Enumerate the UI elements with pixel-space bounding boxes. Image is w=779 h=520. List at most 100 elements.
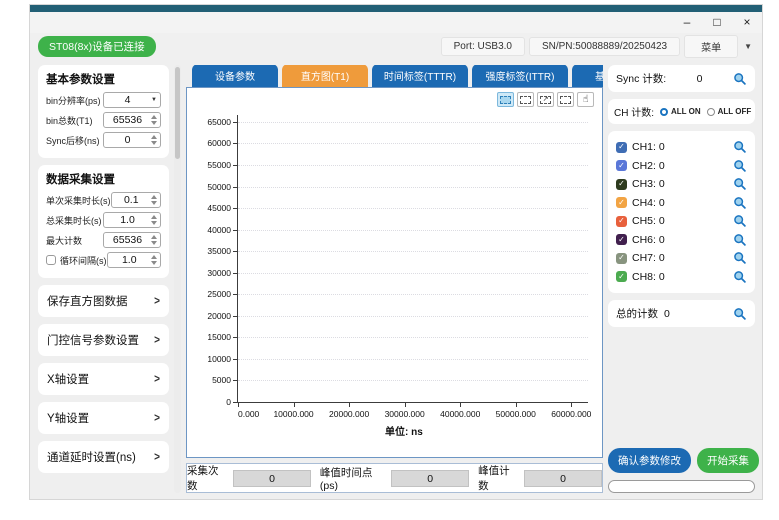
progress-bar [608, 480, 755, 493]
maximize-button[interactable]: □ [702, 12, 732, 33]
y-tick-mark [233, 273, 238, 274]
channel-magnifier-icon[interactable] [733, 251, 747, 265]
spinner-arrows-icon[interactable] [151, 115, 157, 125]
x-tick-label: 20000.000 [329, 409, 369, 419]
gate-signal-section[interactable]: 门控信号参数设置 > [38, 324, 169, 356]
x-tick-label: 10000.000 [273, 409, 313, 419]
gridline [238, 359, 588, 360]
tab-device-params[interactable]: 设备参数 [192, 65, 278, 87]
tab-histogram-t1[interactable]: 直方图(T1) [282, 65, 368, 87]
sidebar-scrollbar[interactable] [174, 65, 181, 493]
menu-button[interactable]: 菜单 [684, 35, 738, 58]
channel-checkbox[interactable]: ✓ [616, 179, 627, 190]
all-off-radio[interactable]: ALL OFF [707, 107, 752, 116]
channel-row: ✓CH3: 0 [616, 175, 747, 194]
save-histogram-label: 保存直方图数据 [47, 293, 128, 309]
spinner-arrows-icon[interactable] [151, 255, 157, 265]
save-histogram-section[interactable]: 保存直方图数据 > [38, 285, 169, 317]
tab-intensity-tag-ittr[interactable]: 强度标签(ITTR) [472, 65, 568, 87]
sync-shift-spinner[interactable]: 0 [103, 132, 161, 148]
channel-magnifier-icon[interactable] [733, 159, 747, 173]
radio-on-icon [660, 108, 668, 116]
all-off-label: ALL OFF [718, 107, 752, 116]
sync-magnifier-icon[interactable] [733, 72, 747, 86]
loop-interval-spinner[interactable]: 1.0 [107, 252, 162, 268]
channel-magnifier-icon[interactable] [733, 233, 747, 247]
scrollbar-thumb[interactable] [175, 67, 180, 159]
channel-delay-section[interactable]: 通道延时设置(ns) > [38, 441, 169, 473]
box-zoom-arrow-icon[interactable]: ↗ [537, 92, 554, 107]
gridline [238, 230, 588, 231]
channel-checkbox[interactable]: ✓ [616, 160, 627, 171]
basic-params-card: 基本参数设置 bin分辨率(ps) 4 ▼ bin总数(T1) 65536 [38, 65, 169, 158]
bin-resolution-dropdown[interactable]: 4 ▼ [103, 92, 161, 108]
channel-magnifier-icon[interactable] [733, 196, 747, 210]
y-tick-mark [233, 143, 238, 144]
menu-caret-icon[interactable]: ▼ [744, 42, 752, 51]
gridline [238, 273, 588, 274]
close-button[interactable]: × [732, 12, 762, 33]
action-buttons: 确认参数修改 开始采集 [608, 448, 755, 473]
pan-hand-icon[interactable]: ☝ [577, 92, 594, 107]
channel-checkbox[interactable]: ✓ [616, 234, 627, 245]
box-zoom-icon[interactable] [557, 92, 574, 107]
histogram-panel: ↗ ☝ 单位: ns 05000100001500020000250003000… [186, 87, 603, 458]
channel-checkbox[interactable]: ✓ [616, 253, 627, 264]
minimize-button[interactable]: – [672, 12, 702, 33]
channel-checkbox[interactable]: ✓ [616, 197, 627, 208]
all-on-radio[interactable]: ALL ON [660, 107, 701, 116]
channel-magnifier-icon[interactable] [733, 177, 747, 191]
x-tick-label: 0.000 [238, 409, 259, 419]
serial-number-label: SN/PN:50088889/20250423 [529, 37, 680, 56]
start-acquisition-button[interactable]: 开始采集 [697, 448, 759, 473]
acquisition-params-card: 数据采集设置 单次采集时长(s) 0.1 总采集时长(s) 1.0 [38, 165, 169, 278]
peak-time-value: 0 [391, 470, 469, 487]
total-magnifier-icon[interactable] [733, 307, 747, 321]
chevron-right-icon: > [154, 411, 160, 424]
gridline [238, 208, 588, 209]
device-status-badge: ST08(8x)设备已连接 [38, 36, 156, 57]
acquisition-params-title: 数据采集设置 [46, 171, 161, 187]
total-count-card: 总的计数 0 [608, 300, 755, 327]
spinner-arrows-icon[interactable] [151, 135, 157, 145]
spinner-arrows-icon[interactable] [151, 235, 157, 245]
sync-shift-label: Sync后移(ns) [46, 134, 100, 147]
total-duration-value: 1.0 [104, 214, 151, 226]
spinner-arrows-icon[interactable] [151, 215, 157, 225]
spinner-arrows-icon[interactable] [151, 195, 157, 205]
max-count-spinner[interactable]: 65536 [103, 232, 161, 248]
channel-checkbox[interactable]: ✓ [616, 216, 627, 227]
stats-bar: 采集次数 0 峰值时间点(ps) 0 峰值计数 0 [186, 463, 603, 493]
y-tick-mark [233, 187, 238, 188]
dropdown-caret-icon: ▼ [151, 97, 157, 103]
tab-bar: 设备参数 直方图(T1) 时间标签(TTTR) 强度标签(ITTR) 基础符合 … [186, 65, 603, 87]
box-zoom-horizontal-icon[interactable] [517, 92, 534, 107]
chart-toolbar: ↗ ☝ [497, 92, 594, 107]
single-duration-spinner[interactable]: 0.1 [111, 192, 162, 208]
max-count-row: 最大计数 65536 [46, 232, 161, 248]
chart-area[interactable]: 单位: ns 050001000015000200002500030000350… [187, 88, 602, 457]
total-duration-spinner[interactable]: 1.0 [103, 212, 161, 228]
histogram-plot[interactable]: 单位: ns 050001000015000200002500030000350… [237, 115, 588, 403]
channel-checkbox[interactable]: ✓ [616, 142, 627, 153]
loop-interval-checkbox[interactable] [46, 255, 56, 265]
y-tick-label: 55000 [207, 160, 231, 170]
box-zoom-active-icon[interactable] [497, 92, 514, 107]
gridline [238, 165, 588, 166]
x-tick-mark [294, 402, 295, 407]
channel-magnifier-icon[interactable] [733, 270, 747, 284]
y-axis-section[interactable]: Y轴设置 > [38, 402, 169, 434]
x-axis-section[interactable]: X轴设置 > [38, 363, 169, 395]
confirm-params-button[interactable]: 确认参数修改 [608, 448, 691, 473]
channel-checkbox[interactable]: ✓ [616, 271, 627, 282]
channel-row: ✓CH4: 0 [616, 194, 747, 213]
loop-interval-value: 1.0 [108, 254, 152, 266]
radio-off-icon [707, 108, 715, 116]
tab-basic-coincidence[interactable]: 基础符合 [572, 65, 603, 87]
channel-magnifier-icon[interactable] [733, 140, 747, 154]
bin-resolution-label: bin分辨率(ps) [46, 94, 101, 107]
tab-time-tag-tttr[interactable]: 时间标签(TTTR) [372, 65, 468, 87]
channel-magnifier-icon[interactable] [733, 214, 747, 228]
bin-count-spinner[interactable]: 65536 [103, 112, 161, 128]
bin-count-label: bin总数(T1) [46, 114, 93, 127]
